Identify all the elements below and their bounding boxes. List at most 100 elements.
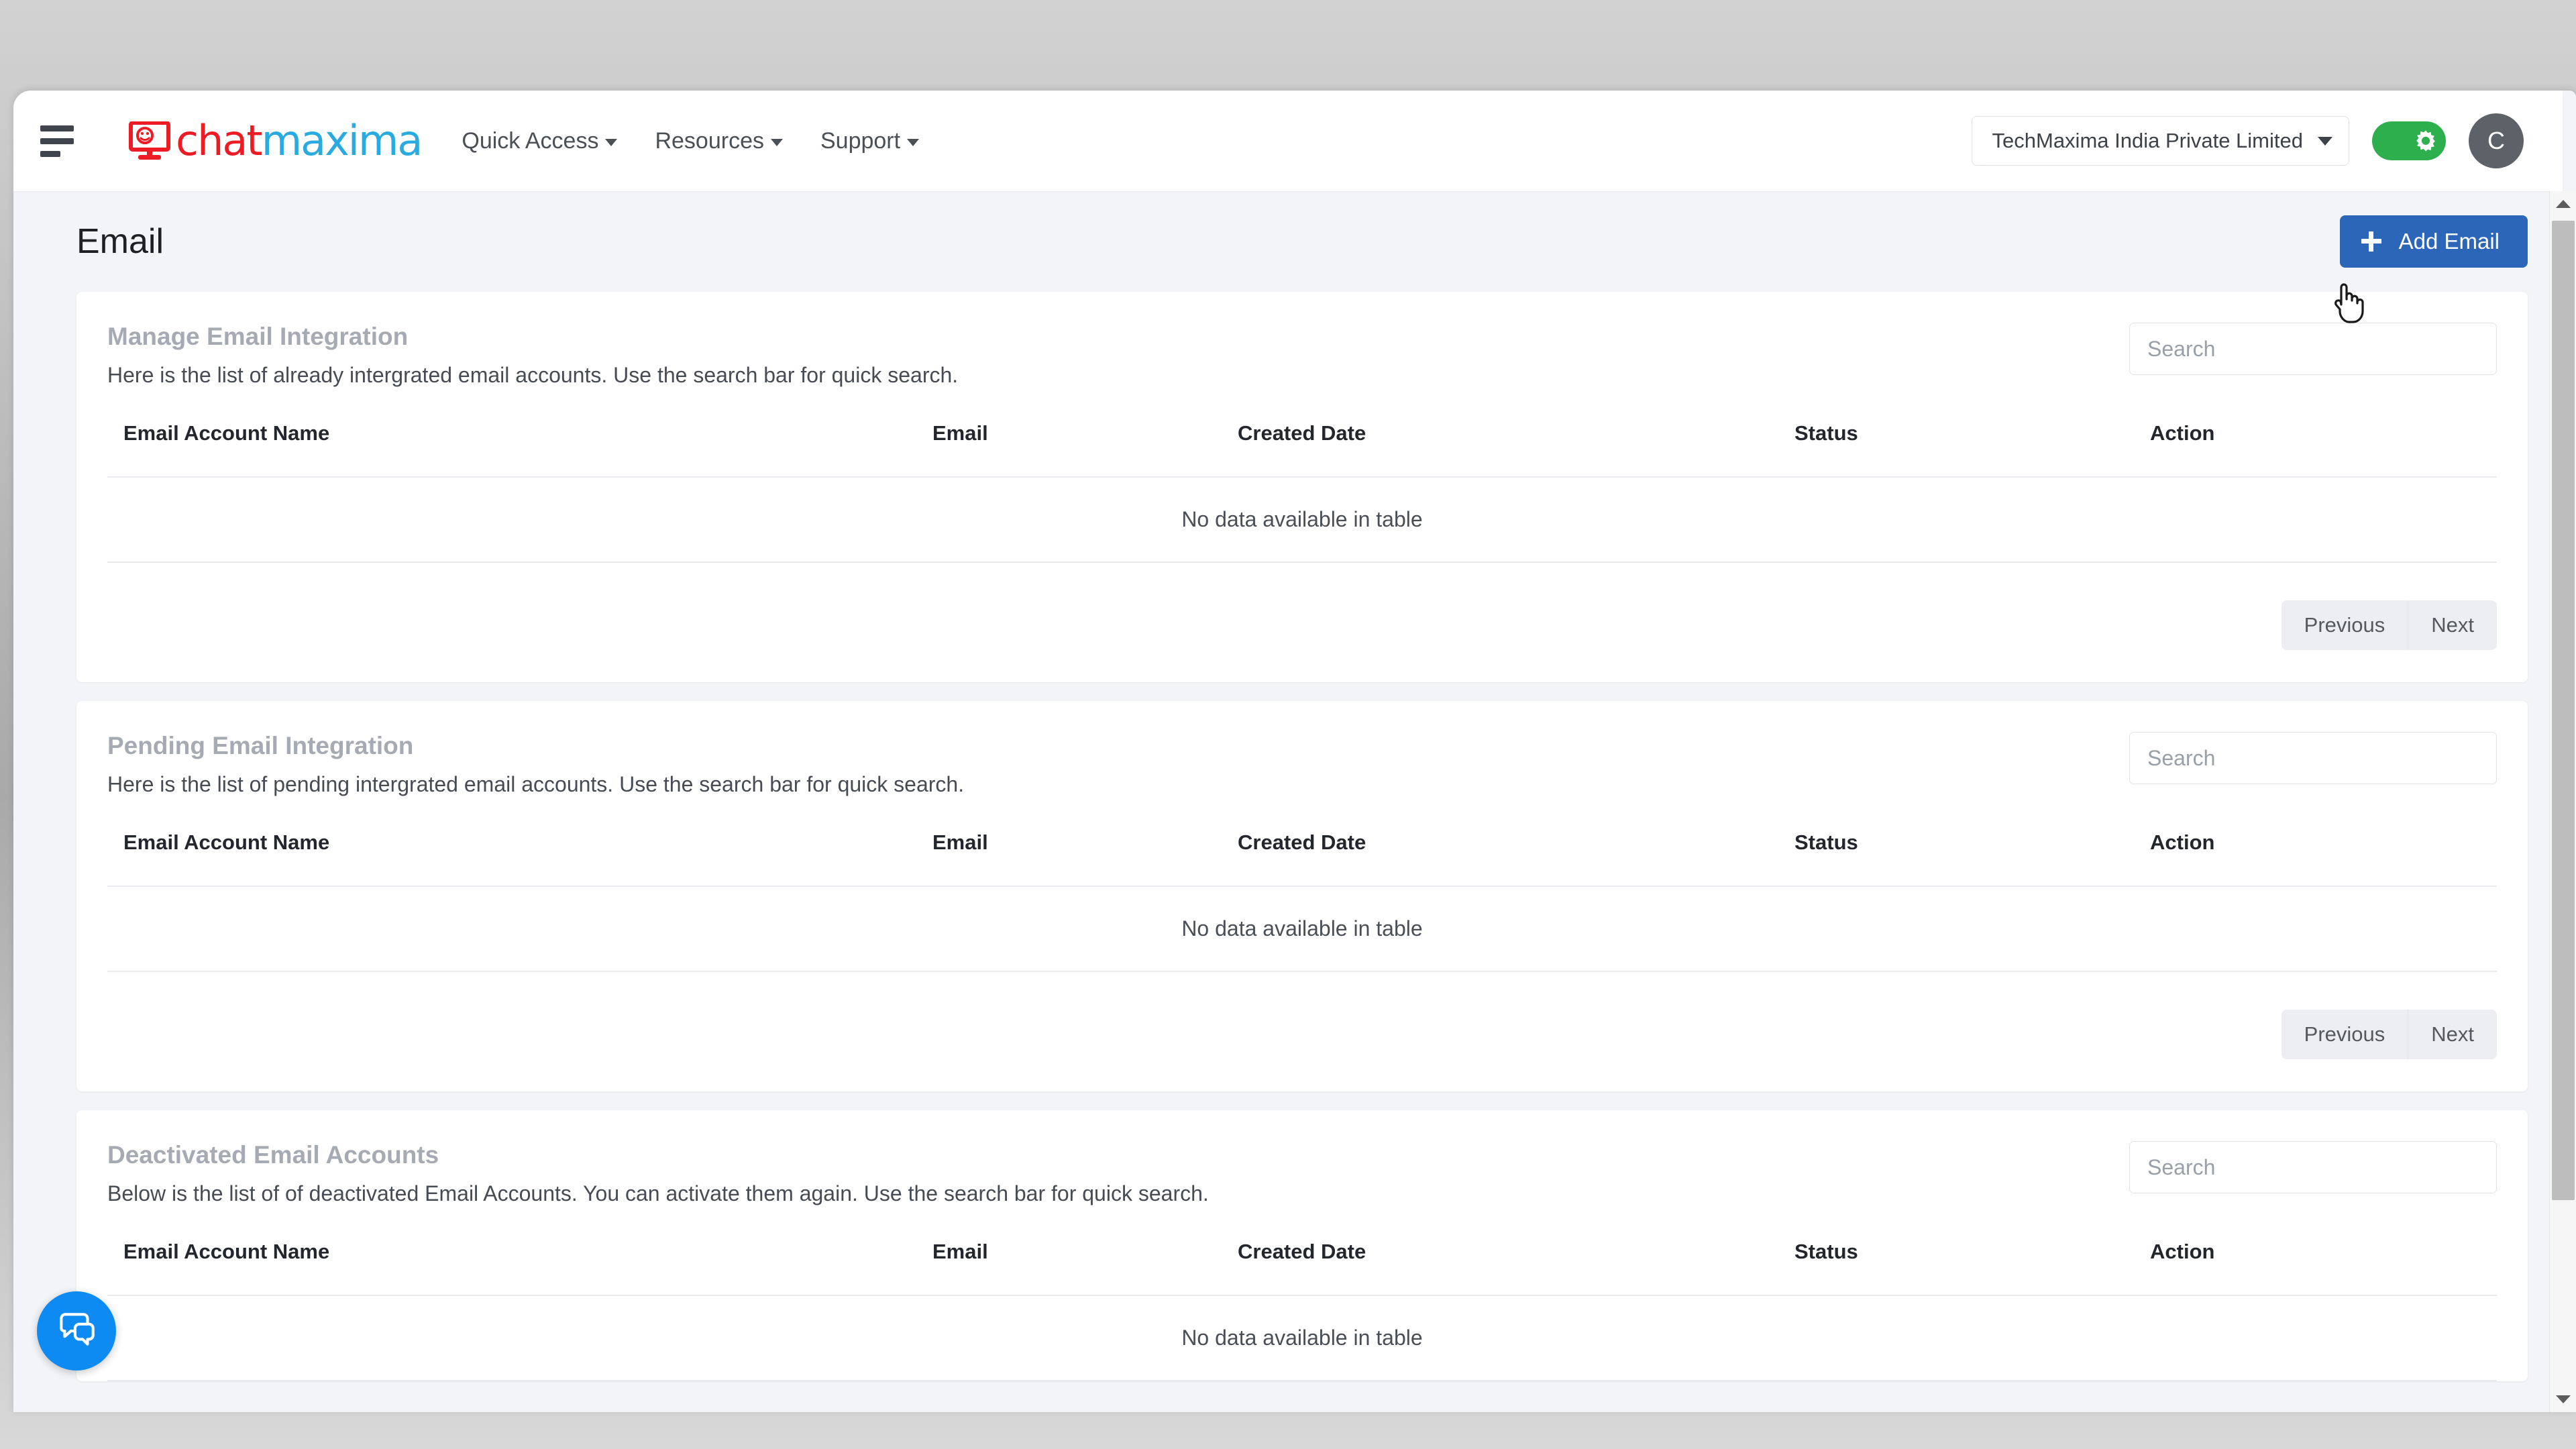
scroll-down-button[interactable] [2550,1387,2576,1412]
table-header: Email Account Name Email Created Date St… [107,421,2497,478]
card-title: Deactivated Email Accounts [107,1141,439,1169]
nav-item-resources[interactable]: Resources [655,128,783,154]
chevron-down-icon [907,138,920,146]
table-body: No data available in table [107,477,2497,563]
hamburger-bar-2 [40,138,74,144]
next-page-button[interactable]: Next [2408,1010,2497,1059]
column-header-created-date[interactable]: Created Date [1238,830,1794,887]
monitor-smiley-icon [129,121,170,160]
search-input[interactable] [2129,732,2497,784]
browser-viewport: chatmaxima Quick Access Resources Suppor… [13,91,2576,1412]
search-input[interactable] [2129,323,2497,375]
pagination-group: Previous Next [2281,600,2497,650]
scrollbar-thumb[interactable] [2552,221,2575,1200]
card-header: Deactivated Email Accounts Below is the … [107,1141,2497,1206]
card-text-block: Pending Email Integration Here is the li… [107,732,964,797]
card-header: Manage Email Integration Here is the lis… [107,323,2497,388]
scroll-up-button[interactable] [2550,191,2576,217]
settings-toggle[interactable] [2372,121,2446,160]
search-input[interactable] [2129,1141,2497,1193]
card-text-block: Manage Email Integration Here is the lis… [107,323,958,388]
previous-page-button[interactable]: Previous [2281,600,2408,650]
topbar-right-group: TechMaxima India Private Limited C [1971,113,2524,168]
plus-icon [2361,231,2381,252]
app-logo[interactable]: chatmaxima [129,120,423,162]
gear-icon [2414,129,2437,152]
column-header-action[interactable]: Action [2150,1240,2497,1296]
nav-item-quick-access-label: Quick Access [462,127,599,154]
manage-email-integration-card: Manage Email Integration Here is the lis… [76,292,2528,682]
avatar[interactable]: C [2469,113,2524,168]
chat-widget-button[interactable] [37,1291,116,1371]
pagination: Previous Next [107,972,2497,1091]
column-header-email-account-name[interactable]: Email Account Name [107,830,932,887]
avatar-initial: C [2487,127,2505,154]
page-title: Email [76,222,164,261]
table-row-empty: No data available in table [107,477,2497,563]
next-page-button[interactable]: Next [2408,600,2497,650]
email-accounts-table: Email Account Name Email Created Date St… [107,421,2497,563]
table-body: No data available in table [107,1295,2497,1381]
card-subtitle: Here is the list of already intergrated … [107,363,959,387]
card-subtitle: Below is the list of of deactivated Emai… [107,1181,1209,1205]
card-subtitle: Here is the list of pending intergrated … [107,772,965,796]
table-header-row: Email Account Name Email Created Date St… [107,421,2497,478]
deactivated-email-accounts-table: Email Account Name Email Created Date St… [107,1240,2497,1381]
nav-item-quick-access[interactable]: Quick Access [462,127,618,154]
add-email-button[interactable]: Add Email [2339,215,2528,268]
empty-table-message: No data available in table [107,886,2497,972]
column-header-action[interactable]: Action [2150,421,2497,478]
card-header: Pending Email Integration Here is the li… [107,732,2497,797]
logo-text-chat: chat [176,116,263,165]
column-header-email-account-name[interactable]: Email Account Name [107,1240,932,1296]
pagination-group: Previous Next [2281,1010,2497,1059]
table-row-empty: No data available in table [107,1295,2497,1381]
pending-email-accounts-table: Email Account Name Email Created Date St… [107,830,2497,972]
column-header-created-date[interactable]: Created Date [1238,421,1794,478]
chevron-down-icon [770,138,783,146]
chevron-down-icon [2318,136,2332,146]
column-header-status[interactable]: Status [1794,421,2150,478]
logo-text-maxima: maxima [261,116,423,165]
empty-table-message: No data available in table [107,1295,2497,1381]
chevron-down-icon [605,138,618,146]
pagination: Previous Next [107,563,2497,682]
add-email-button-label: Add Email [2398,229,2500,254]
table-row-empty: No data available in table [107,886,2497,972]
hamburger-bar-1 [40,125,74,131]
pending-email-integration-card: Pending Email Integration Here is the li… [76,701,2528,1091]
table-header-row: Email Account Name Email Created Date St… [107,1240,2497,1296]
main-nav: Quick Access Resources Support [462,127,920,154]
column-header-email-account-name[interactable]: Email Account Name [107,421,932,478]
hamburger-icon[interactable] [40,119,85,163]
column-header-email[interactable]: Email [932,421,1238,478]
table-header: Email Account Name Email Created Date St… [107,830,2497,887]
card-text-block: Deactivated Email Accounts Below is the … [107,1141,1209,1206]
column-header-email[interactable]: Email [932,830,1238,887]
page-content-scroll-area: Email Add Email Manage Email Integration… [13,191,2563,1412]
card-title: Pending Email Integration [107,732,414,759]
nav-item-resources-label: Resources [655,127,764,154]
table-header: Email Account Name Email Created Date St… [107,1240,2497,1296]
table-header-row: Email Account Name Email Created Date St… [107,830,2497,887]
organization-selector-value: TechMaxima India Private Limited [1992,129,2303,152]
column-header-action[interactable]: Action [2150,830,2497,887]
nav-item-support-label: Support [820,127,901,154]
nav-item-support[interactable]: Support [820,127,920,154]
organization-selector[interactable]: TechMaxima India Private Limited [1971,116,2349,166]
empty-table-message: No data available in table [107,477,2497,563]
triangle-down-icon [2556,1395,2571,1403]
column-header-status[interactable]: Status [1794,830,2150,887]
hamburger-bar-3 [40,150,60,157]
card-title: Manage Email Integration [107,323,409,350]
previous-page-button[interactable]: Previous [2281,1010,2408,1059]
table-body: No data available in table [107,886,2497,972]
column-header-created-date[interactable]: Created Date [1238,1240,1794,1296]
vertical-scrollbar[interactable] [2549,191,2576,1412]
page-header: Email Add Email [13,191,2563,292]
triangle-up-icon [2556,200,2571,208]
top-navigation-bar: chatmaxima Quick Access Resources Suppor… [13,91,2563,191]
column-header-email[interactable]: Email [932,1240,1238,1296]
chat-bubbles-icon [54,1307,99,1355]
column-header-status[interactable]: Status [1794,1240,2150,1296]
